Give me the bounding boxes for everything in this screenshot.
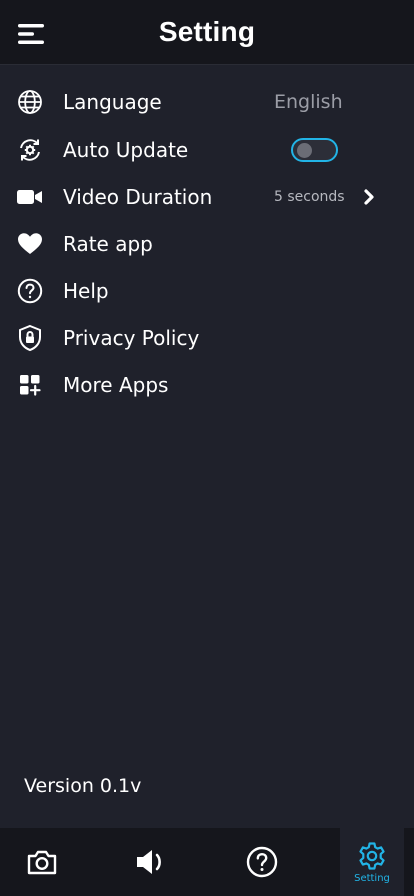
apps-grid-icon [16,371,44,399]
camera-icon [27,850,57,875]
video-camera-icon [16,183,44,211]
tab-sound[interactable] [108,828,192,896]
auto-update-row: Auto Update [0,126,414,173]
rate-app-label: Rate app [63,231,153,256]
help-label: Help [63,278,109,303]
bottom-tab-bar: Setting [0,828,414,896]
language-row[interactable]: Language English [0,78,414,126]
tab-setting-label: Setting [354,872,390,884]
auto-update-label: Auto Update [63,137,189,162]
refresh-gear-icon [16,136,44,164]
help-row[interactable]: Help [0,267,414,314]
video-duration-row[interactable]: Video Duration 5 seconds [0,173,414,220]
video-duration-value: 5 seconds [274,188,345,205]
settings-list: Language English Auto Update Video Durat… [0,78,414,408]
auto-update-toggle[interactable] [291,137,338,162]
language-label: Language [63,90,162,114]
chevron-right-icon[interactable] [361,187,377,207]
question-circle-icon [16,277,44,305]
toggle-knob [297,142,312,158]
tab-setting[interactable]: Setting [340,828,404,896]
video-duration-label: Video Duration [63,184,213,209]
tab-camera[interactable] [0,828,84,896]
speaker-icon [137,850,161,874]
privacy-policy-label: Privacy Policy [63,325,200,350]
shield-lock-icon [16,324,44,352]
globe-icon [16,88,44,116]
tab-help[interactable] [220,828,304,896]
more-apps-row[interactable]: More Apps [0,361,414,408]
rate-app-row[interactable]: Rate app [0,220,414,267]
gear-icon [359,841,385,870]
privacy-policy-row[interactable]: Privacy Policy [0,314,414,361]
heart-icon [16,230,44,258]
question-circle-icon [246,846,278,878]
app-header: Setting [0,0,414,65]
version-text: Version 0.1v [24,775,142,797]
page-title: Setting [158,16,256,47]
language-value[interactable]: English [274,91,343,113]
more-apps-label: More Apps [63,372,169,397]
